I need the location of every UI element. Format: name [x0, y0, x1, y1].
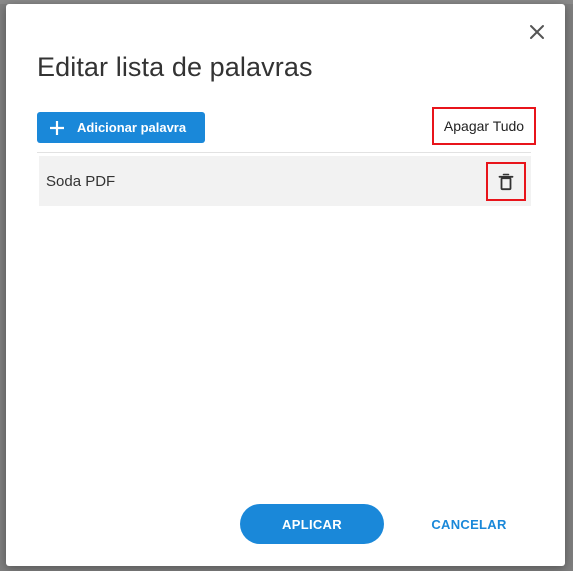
add-word-button[interactable]: Adicionar palavra: [37, 112, 205, 143]
dialog-title: Editar lista de palavras: [37, 52, 313, 82]
clear-all-button[interactable]: Apagar Tudo: [432, 107, 536, 145]
close-icon: [530, 25, 544, 39]
divider: [37, 152, 531, 153]
cancel-button[interactable]: CANCELAR: [424, 504, 514, 544]
add-word-label: Adicionar palavra: [77, 120, 187, 135]
delete-word-button[interactable]: [486, 162, 526, 201]
apply-button[interactable]: APLICAR: [240, 504, 384, 544]
plus-icon: [50, 120, 64, 135]
trash-icon: [498, 173, 514, 190]
word-list: Soda PDF: [39, 156, 531, 206]
list-item: Soda PDF: [39, 156, 531, 206]
word-text: Soda PDF: [46, 172, 116, 190]
edit-word-list-dialog: Editar lista de palavras Adicionar palav…: [6, 4, 565, 566]
close-button[interactable]: [525, 20, 549, 44]
